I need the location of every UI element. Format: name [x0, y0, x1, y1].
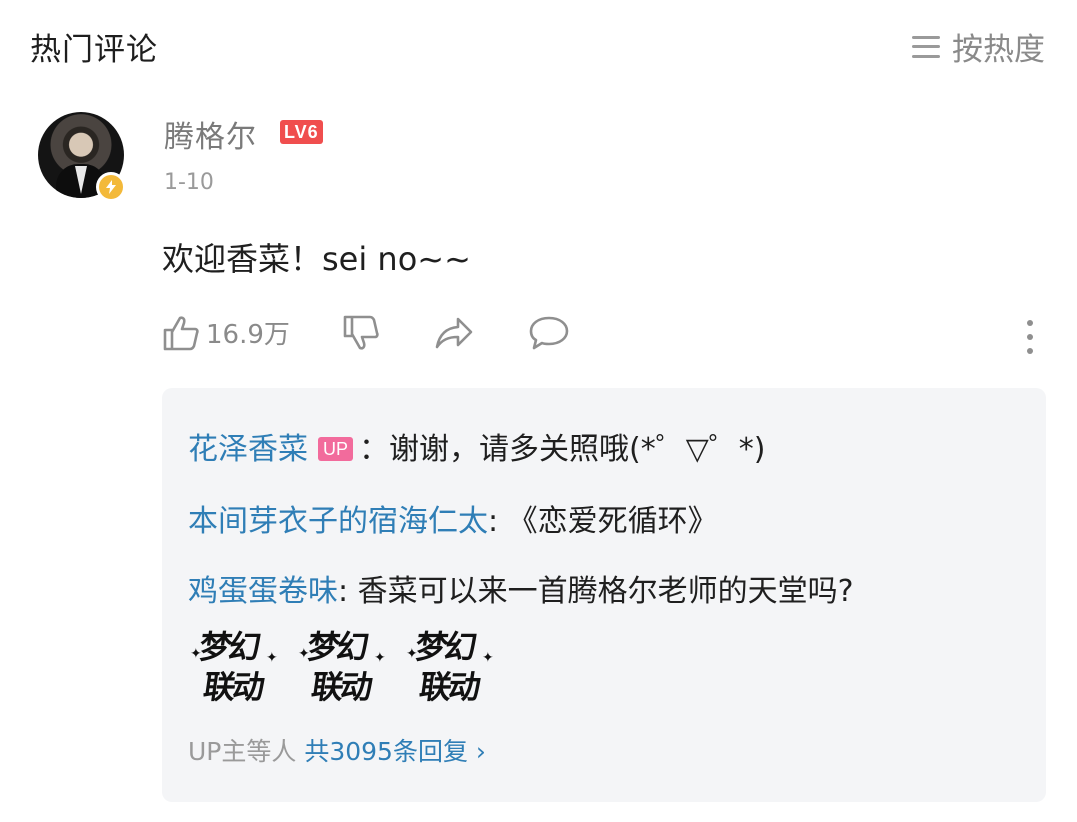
- share-button[interactable]: [434, 316, 474, 350]
- sticker-line-2: 联动: [417, 668, 481, 706]
- reply-author[interactable]: 花泽香菜: [188, 432, 308, 467]
- like-count: 16.9万: [206, 320, 290, 350]
- comment-text: 欢迎香菜！sei no~~: [162, 240, 471, 278]
- comment-page: 热门评论 按热度 腾格尔 LV6 1-10 欢迎香菜！sei no~~ 16.9…: [0, 0, 1077, 822]
- sparkle-icon: ✦: [406, 646, 418, 662]
- hot-comments-title: 热门评论: [30, 32, 158, 68]
- comment-date: 1-10: [164, 170, 214, 195]
- reply-separator: ：: [359, 432, 390, 467]
- reply-separator: :: [338, 574, 358, 609]
- reply-item[interactable]: 花泽香菜 UP ：谢谢，请多关照哦(*゜▽゜*): [188, 424, 766, 468]
- sparkle-icon: ✦: [298, 646, 310, 662]
- lightning-icon: [96, 172, 126, 202]
- comment-username[interactable]: 腾格尔: [164, 112, 257, 156]
- sort-by-hot-button[interactable]: 按热度: [912, 24, 1045, 69]
- sparkle-icon: ✦: [266, 650, 278, 666]
- level-badge: LV6: [280, 120, 323, 144]
- sticker-row: 梦幻 联动 ✦ ✦ 梦幻 联动 ✦ ✦ 梦幻 联动 ✦ ✦: [190, 620, 494, 706]
- reply-separator: :: [488, 504, 508, 539]
- sort-label: 按热度: [952, 32, 1045, 68]
- like-button[interactable]: 16.9万: [162, 314, 290, 351]
- reply-summary[interactable]: UP主等人 共3095条回复 ›: [188, 732, 486, 768]
- reply-item[interactable]: 鸡蛋蛋卷味: 香菜可以来一首腾格尔老师的天堂吗?: [188, 566, 854, 610]
- chevron-right-icon: ›: [475, 737, 486, 766]
- replies-panel: 花泽香菜 UP ：谢谢，请多关照哦(*゜▽゜*) 本间芽衣子的宿海仁太: 《恋爱死循…: [162, 388, 1046, 802]
- sparkle-icon: ✦: [374, 650, 386, 666]
- reply-author[interactable]: 鸡蛋蛋卷味: [188, 574, 338, 609]
- comment-icon: [529, 316, 569, 349]
- reply-text: 香菜可以来一首腾格尔老师的天堂吗?: [357, 574, 854, 609]
- comment-actions: 16.9万: [162, 314, 570, 351]
- reply-button[interactable]: [528, 315, 570, 351]
- sparkle-icon: ✦: [190, 646, 202, 662]
- sticker-line-2: 联动: [201, 668, 265, 706]
- thumbs-up-icon: [163, 315, 199, 350]
- reply-author[interactable]: 本间芽衣子的宿海仁太: [188, 504, 488, 539]
- thumbs-down-icon: [343, 315, 379, 350]
- reply-count-link[interactable]: 共3095条回复: [304, 737, 468, 766]
- share-icon: [435, 317, 473, 348]
- reply-summary-prefix: UP主等人: [188, 737, 297, 766]
- sparkle-icon: ✦: [482, 650, 494, 666]
- dream-collab-sticker: 梦幻 联动 ✦ ✦: [406, 620, 494, 706]
- dislike-button[interactable]: [342, 315, 380, 351]
- reply-item[interactable]: 本间芽衣子的宿海仁太: 《恋爱死循环》: [188, 496, 718, 540]
- dream-collab-sticker: 梦幻 联动 ✦ ✦: [190, 620, 278, 706]
- up-badge: UP: [318, 436, 354, 461]
- dream-collab-sticker: 梦幻 联动 ✦ ✦: [298, 620, 386, 706]
- reply-text: 《恋爱死循环》: [507, 504, 718, 539]
- more-vertical-icon[interactable]: [1026, 320, 1034, 354]
- sticker-line-2: 联动: [309, 668, 373, 706]
- sort-icon: [912, 35, 940, 58]
- reply-text: 谢谢，请多关照哦(*゜▽゜*): [389, 432, 766, 467]
